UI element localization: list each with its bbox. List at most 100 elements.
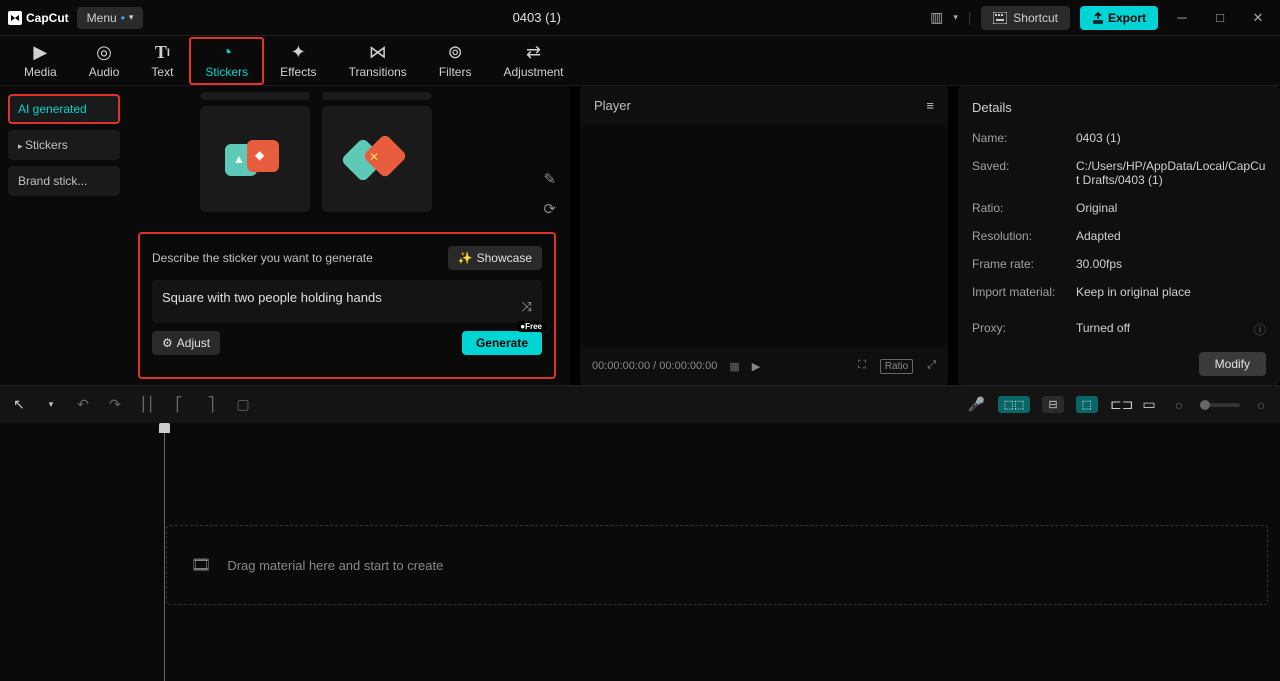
detail-value-resolution: Adapted <box>1076 229 1266 243</box>
shuffle-icon[interactable]: ⤨ <box>522 299 532 315</box>
layout-icon[interactable]: ▥ <box>930 9 943 26</box>
sticker-preview-2[interactable]: ✕ <box>322 106 432 212</box>
timeline-drop-zone[interactable]: 🎞 Drag material here and start to create <box>166 525 1268 605</box>
describe-label: Describe the sticker you want to generat… <box>152 251 373 265</box>
tab-adjustment[interactable]: ⇄Adjustment <box>487 37 579 85</box>
detail-label-import: Import material: <box>972 285 1076 299</box>
adjustment-icon: ⇄ <box>526 43 541 63</box>
timeline[interactable]: 🎞 Drag material here and start to create <box>0 423 1280 681</box>
player-menu-icon[interactable]: ≡ <box>926 98 934 113</box>
playhead[interactable] <box>164 427 165 681</box>
sticker-graphic: ▲ ◆ <box>225 140 285 178</box>
zoom-out-icon[interactable]: ○ <box>1170 397 1188 413</box>
filters-icon: ⊚ <box>448 43 463 63</box>
chevron-down-icon[interactable]: ▾ <box>42 399 60 410</box>
tab-filters[interactable]: ⊚Filters <box>423 37 488 85</box>
sidebar-item-stickers[interactable]: Stickers <box>8 130 120 160</box>
preview-icon[interactable]: ▭ <box>1140 396 1158 413</box>
chevron-down-icon[interactable]: ▾ <box>953 12 958 23</box>
close-button[interactable]: ✕ <box>1244 4 1272 32</box>
detail-label-proxy: Proxy: <box>972 321 1076 338</box>
tab-audio[interactable]: ◎Audio <box>73 37 136 85</box>
project-title: 0403 (1) <box>143 10 930 25</box>
modify-button[interactable]: Modify <box>1199 352 1266 376</box>
ratio-badge[interactable]: Ratio <box>880 359 913 374</box>
generate-panel: Describe the sticker you want to generat… <box>138 232 556 379</box>
mode-1-button[interactable]: ⬚⬚ <box>998 396 1031 413</box>
trim-right-icon[interactable]: ⎤ <box>202 396 220 413</box>
player-title: Player <box>594 98 631 113</box>
quality-icon[interactable]: ▦ <box>729 360 739 373</box>
app-logo: CapCut <box>8 11 69 25</box>
generate-button[interactable]: ●Free Generate <box>462 331 542 355</box>
timeline-toolbar: ↖ ▾ ↶ ↷ ⎮⎮ ⎡ ⎤ ▢ 🎤 ⬚⬚ ⊟ ⬚ ⊏⊐ ▭ ○ ○ <box>0 385 1280 423</box>
sticker-placeholder <box>200 92 310 100</box>
edit-icon[interactable]: ✎ <box>543 170 556 188</box>
tab-transitions[interactable]: ⋈Transitions <box>333 37 423 85</box>
details-panel: Details Name:0403 (1) Saved:C:/Users/HP/… <box>958 86 1280 385</box>
sticker-preview-1[interactable]: ▲ ◆ <box>200 106 310 212</box>
keyboard-icon <box>993 12 1007 24</box>
export-button[interactable]: Export <box>1080 6 1158 30</box>
zoom-in-icon[interactable]: ○ <box>1252 397 1270 413</box>
stickers-icon: ◔ <box>221 43 232 63</box>
detail-value-framerate: 30.00fps <box>1076 257 1266 271</box>
split-icon[interactable]: ⎮⎮ <box>138 396 156 413</box>
player-controls: 00:00:00:00 / 00:00:00:00 ▦ ▶ ⛶ Ratio ⤢ <box>580 347 948 385</box>
sliders-icon: ⚙ <box>162 336 173 350</box>
detail-label-resolution: Resolution: <box>972 229 1076 243</box>
mic-icon[interactable]: 🎤 <box>968 396 986 413</box>
adjust-button[interactable]: ⚙ Adjust <box>152 331 220 355</box>
tab-media[interactable]: ▶Media <box>8 37 73 85</box>
play-button[interactable]: ▶ <box>752 360 760 373</box>
content-area: ▲ ◆ ✕ ✎ ⟳ Describe the sticker you want <box>128 86 570 385</box>
tab-effects[interactable]: ✦Effects <box>264 37 332 85</box>
crop-icon[interactable]: ⛶ <box>858 359 866 374</box>
redo-icon[interactable]: ↷ <box>106 396 124 413</box>
maximize-button[interactable]: □ <box>1206 4 1234 32</box>
player-time: 00:00:00:00 / 00:00:00:00 <box>592 360 717 372</box>
details-title: Details <box>972 100 1266 115</box>
text-icon: TI <box>155 43 170 63</box>
detail-value-ratio: Original <box>1076 201 1266 215</box>
zoom-slider[interactable] <box>1200 403 1240 407</box>
undo-icon[interactable]: ↶ <box>74 396 92 413</box>
player-viewport[interactable] <box>580 125 948 347</box>
transitions-icon: ⋈ <box>369 43 387 63</box>
sticker-graphic: ✕ <box>347 140 407 178</box>
detail-label-ratio: Ratio: <box>972 201 1076 215</box>
info-icon[interactable]: ⓘ <box>1254 321 1266 338</box>
refresh-icon[interactable]: ⟳ <box>543 200 556 218</box>
cursor-tool-icon[interactable]: ↖ <box>10 396 28 413</box>
menu-button[interactable]: Menu • ▾ <box>77 7 144 29</box>
prompt-input[interactable]: Square with two people holding hands ⤨ <box>152 280 542 323</box>
detail-label-framerate: Frame rate: <box>972 257 1076 271</box>
sidebar-item-brand[interactable]: Brand stick... <box>8 166 120 196</box>
mode-2-button[interactable]: ⊟ <box>1042 396 1063 413</box>
logo-icon <box>8 11 22 25</box>
minimize-button[interactable]: ─ <box>1168 4 1196 32</box>
fullscreen-icon[interactable]: ⤢ <box>927 359 936 374</box>
audio-icon: ◎ <box>96 43 112 63</box>
shortcut-button[interactable]: Shortcut <box>981 6 1070 30</box>
sticker-sidebar: AI generated Stickers Brand stick... <box>0 86 128 385</box>
detail-value-name: 0403 (1) <box>1076 131 1266 145</box>
detail-value-import: Keep in original place <box>1076 285 1266 299</box>
delete-icon[interactable]: ▢ <box>234 396 252 413</box>
showcase-button[interactable]: ✨ Showcase <box>448 246 542 270</box>
film-icon: 🎞 <box>191 555 211 575</box>
trim-left-icon[interactable]: ⎡ <box>170 396 188 413</box>
sticker-placeholder <box>322 92 432 100</box>
prompt-text: Square with two people holding hands <box>162 290 532 305</box>
detail-label-saved: Saved: <box>972 159 1076 187</box>
sidebar-item-ai-generated[interactable]: AI generated <box>8 94 120 124</box>
app-name: CapCut <box>26 11 69 25</box>
export-icon <box>1092 12 1104 24</box>
detail-value-saved: C:/Users/HP/AppData/Local/CapCut Drafts/… <box>1076 159 1266 187</box>
tab-stickers[interactable]: ◔Stickers <box>189 37 264 85</box>
tab-text[interactable]: TIText <box>135 37 189 85</box>
sparkle-icon: ✨ <box>458 251 473 265</box>
mode-3-button[interactable]: ⬚ <box>1076 396 1098 413</box>
magnet-icon[interactable]: ⊏⊐ <box>1110 396 1128 413</box>
effects-icon: ✦ <box>291 43 306 63</box>
